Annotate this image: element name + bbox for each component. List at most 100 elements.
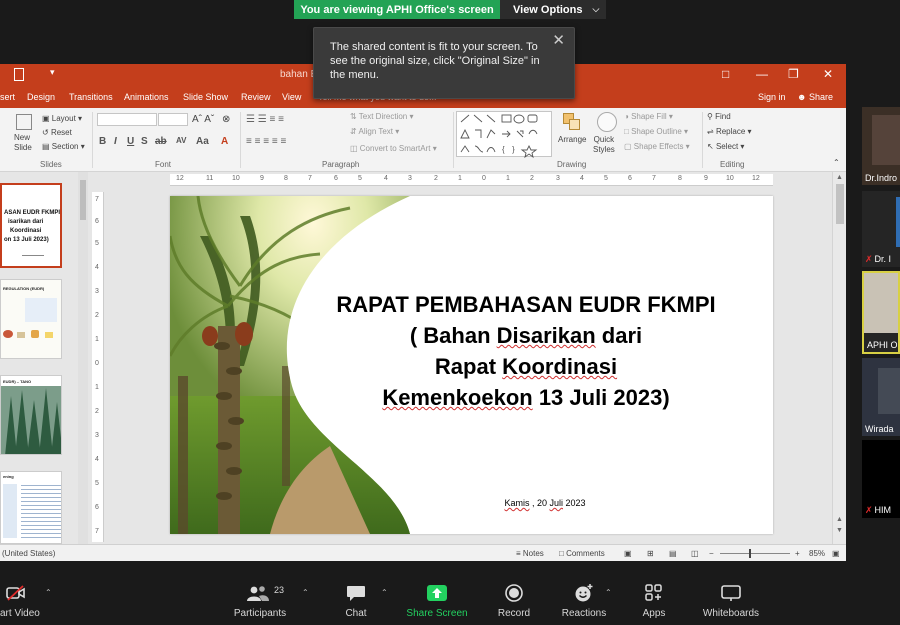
align-text-button[interactable]: ⇵ Align Text ▾ <box>350 127 399 136</box>
shadow-icon[interactable]: S <box>141 136 148 147</box>
chat-button[interactable]: Chat <box>336 576 376 625</box>
char-spacing-icon[interactable]: AV <box>176 136 187 145</box>
arrange-icon[interactable] <box>563 113 581 131</box>
close-icon[interactable]: ✕ <box>552 33 565 48</box>
zoom-slider-thumb[interactable] <box>749 549 751 558</box>
slide-date[interactable]: Kamis , 20 Juli 2023 <box>500 498 590 508</box>
bold-icon[interactable]: B <box>99 136 106 147</box>
quick-access-caret-icon[interactable]: ▾ <box>50 67 55 78</box>
tab-insert[interactable]: sert <box>0 92 15 102</box>
close-window-icon[interactable]: ✕ <box>823 67 833 81</box>
next-slide-icon[interactable]: ▼ <box>836 527 843 534</box>
reading-view-icon[interactable]: ▤ <box>669 549 677 558</box>
group-drawing-label: Drawing <box>557 160 587 169</box>
zoom-meeting-window: You are viewing APHI Office's screen Vie… <box>0 0 900 625</box>
shape-fill-button[interactable]: ◑ Shape Fill ▾ <box>624 112 673 121</box>
thumb-1-date-mark <box>22 255 44 256</box>
shape-effects-button[interactable]: ▢ Shape Effects ▾ <box>624 142 690 151</box>
underline-icon[interactable]: U <box>127 136 134 147</box>
svg-text:}: } <box>512 145 515 154</box>
chat-caret-icon[interactable]: ⌃ <box>381 588 388 597</box>
share-screen-button[interactable]: Share Screen <box>404 576 470 625</box>
notes-button[interactable]: ≡ Notes <box>516 549 544 558</box>
section-button[interactable]: ▤ Section ▾ <box>42 142 85 151</box>
zoom-slider[interactable] <box>720 553 790 554</box>
tab-review[interactable]: Review <box>241 92 271 102</box>
tab-slide-show[interactable]: Slide Show <box>183 92 228 102</box>
slide-sorter-icon[interactable]: ⊞ <box>647 549 654 558</box>
language-status[interactable]: (United States) <box>2 549 55 558</box>
arrange-button[interactable]: Arrange <box>558 135 586 144</box>
comments-button[interactable]: □ Comments <box>559 549 605 558</box>
current-slide[interactable]: RAPAT PEMBAHASAN EUDR FKMPI ( Bahan Disa… <box>170 196 773 534</box>
slide-scroll-thumb[interactable] <box>836 184 844 224</box>
strikethrough-icon[interactable]: ab <box>155 136 167 147</box>
quick-styles-icon[interactable] <box>597 112 617 132</box>
slide-thumbnail-1[interactable]: ASAN EUDR FKMPI isarikan dari Koordinasi… <box>0 183 62 268</box>
slide-thumbnail-3[interactable]: EUDR) – TANO <box>0 375 62 455</box>
italic-icon[interactable]: I <box>114 136 117 147</box>
layout-button[interactable]: ▣ Layout ▾ <box>42 114 82 123</box>
select-button[interactable]: ↖ Select ▾ <box>707 142 744 151</box>
reset-button[interactable]: ↺ Reset <box>42 128 72 137</box>
normal-view-icon[interactable]: ▣ <box>624 549 632 558</box>
tab-design[interactable]: Design <box>27 92 55 102</box>
font-name-input[interactable] <box>97 113 157 126</box>
font-size-input[interactable] <box>158 113 188 126</box>
font-grow-icon[interactable]: Aˆ Aˇ <box>192 114 214 125</box>
prev-slide-icon[interactable]: ▲ <box>836 516 843 523</box>
slide-title[interactable]: RAPAT PEMBAHASAN EUDR FKMPI ( Bahan Disa… <box>296 289 756 413</box>
ribbon-display-icon[interactable]: □ <box>722 67 729 81</box>
fit-slide-icon[interactable]: ▣ <box>832 549 840 558</box>
tab-view[interactable]: View <box>282 92 301 102</box>
sign-in-link[interactable]: Sign in <box>758 92 786 102</box>
minimize-icon[interactable]: — <box>756 67 768 81</box>
slideshow-view-icon[interactable]: ◫ <box>691 549 699 558</box>
tab-animations[interactable]: Animations <box>124 92 169 102</box>
zoom-in-icon[interactable]: + <box>795 549 800 558</box>
font-color-icon[interactable]: A <box>221 136 228 147</box>
apps-button[interactable]: Apps <box>634 576 674 625</box>
new-slide-button[interactable]: New Slide <box>14 133 32 153</box>
new-slide-icon[interactable] <box>16 114 32 130</box>
collapse-ribbon-icon[interactable]: ⌃ <box>833 158 840 167</box>
reactions-caret-icon[interactable]: ⌃ <box>605 588 612 597</box>
tab-transitions[interactable]: Transitions <box>69 92 113 102</box>
view-options-button[interactable]: View Options ⌵ <box>500 0 606 19</box>
find-button[interactable]: ⚲ Find <box>707 112 731 121</box>
start-video-button[interactable]: art Video <box>0 576 48 625</box>
participants-caret-icon[interactable]: ⌃ <box>302 588 309 597</box>
shapes-gallery[interactable]: {} <box>456 111 552 159</box>
participant-tile-3-active[interactable]: APHI O <box>862 271 900 354</box>
scroll-up-icon[interactable]: ▲ <box>836 174 843 181</box>
participant-tile-5[interactable]: ✗ HIM <box>862 440 900 518</box>
replace-button[interactable]: ⇌ Replace ▾ <box>707 127 752 136</box>
slide-thumbnail-4[interactable]: ening <box>0 471 62 544</box>
change-case-icon[interactable]: Aa <box>196 136 209 147</box>
zoom-level[interactable]: 85% <box>809 549 825 558</box>
quick-styles-button[interactable]: Quick Styles <box>593 135 615 155</box>
slide-thumbnails-pane[interactable]: ASAN EUDR FKMPI isarikan dari Koordinasi… <box>0 172 78 544</box>
zoom-out-icon[interactable]: − <box>709 549 714 558</box>
record-button[interactable]: Record <box>494 576 534 625</box>
participant-tile-2[interactable]: ✗ Dr. I <box>862 191 900 267</box>
clear-format-icon[interactable]: ⊗ <box>222 114 230 125</box>
participant-tile-1[interactable]: Dr.Indro <box>862 107 900 185</box>
align-icons[interactable]: ≡ ≡ ≡ ≡ ≡ <box>246 136 286 147</box>
participant-tile-4[interactable]: Wirada <box>862 358 900 436</box>
slide-thumbnail-2[interactable]: REGULATION (EUDR) <box>0 279 62 359</box>
participants-button[interactable]: 23 Participants <box>226 576 294 625</box>
thumbnails-scrollbar[interactable] <box>78 172 88 544</box>
slide-vertical-scrollbar[interactable]: ▲ ▲ ▼ <box>832 172 846 544</box>
share-button[interactable]: ☻ Share <box>797 92 833 102</box>
convert-smartart-button[interactable]: ◫ Convert to SmartArt ▾ <box>350 144 437 153</box>
restore-icon[interactable]: ❐ <box>788 67 799 81</box>
participants-count: 23 <box>274 585 285 595</box>
video-options-caret-icon[interactable]: ⌃ <box>45 588 52 597</box>
text-direction-button[interactable]: ⇅ Text Direction ▾ <box>350 112 414 121</box>
whiteboards-button[interactable]: Whiteboards <box>696 576 766 625</box>
shape-outline-button[interactable]: □ Shape Outline ▾ <box>624 127 688 136</box>
bullets-icon[interactable]: ☰ ☰ ≡ ≡ <box>246 114 284 125</box>
reactions-button[interactable]: Reactions <box>558 576 610 625</box>
thumbnails-scroll-thumb[interactable] <box>80 180 86 220</box>
